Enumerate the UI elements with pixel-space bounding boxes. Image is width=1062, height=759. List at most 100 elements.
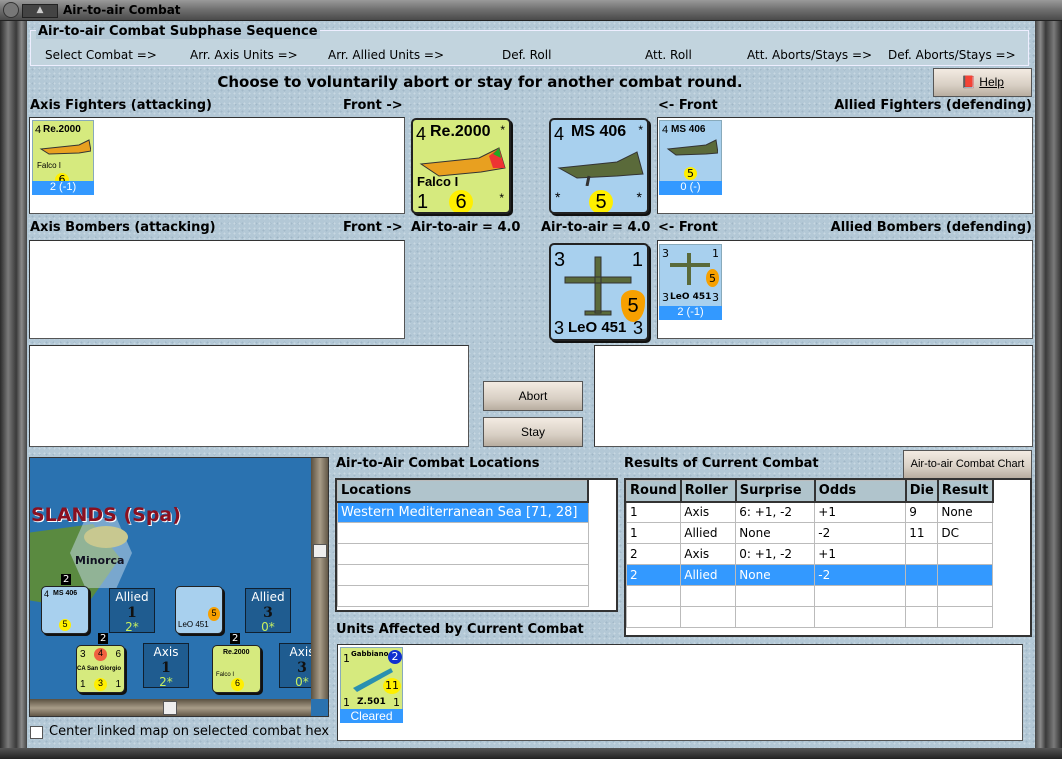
cell-surprise: None bbox=[735, 522, 816, 544]
map-stack-axis-1[interactable]: Axis 1 2* bbox=[143, 643, 189, 689]
col-surprise: Surprise bbox=[735, 480, 816, 503]
cell-odds bbox=[814, 585, 907, 607]
bomber-plane-icon bbox=[670, 253, 710, 285]
axis-fighters-box[interactable]: 4 Re.2000 Falco I 6 2 (-1) bbox=[29, 117, 405, 214]
system-menu-icon[interactable] bbox=[3, 2, 19, 18]
cell-die: 11 bbox=[905, 522, 939, 544]
allied-bombers-box[interactable]: 3 1 5 3 LeO 451 3 2 (-1) bbox=[657, 240, 1033, 339]
affected-units-box[interactable]: 1 Gabbiano 2 11 1 Z.501 1 Cleared bbox=[337, 644, 1023, 741]
counter-name: Re.2000 bbox=[430, 123, 491, 140]
counter-bl: 3 bbox=[662, 291, 669, 304]
axis-aborted-box[interactable] bbox=[29, 345, 469, 447]
linked-map[interactable]: SLANDS (Spa) Minorca 4 MS 406 5 2 Allied… bbox=[29, 457, 329, 717]
cell-result: None bbox=[937, 501, 994, 523]
map-island-label: Minorca bbox=[75, 554, 125, 567]
counter-br: 3 bbox=[632, 318, 643, 338]
counter-bl: 1 bbox=[80, 679, 86, 690]
unit-counter-ms406[interactable]: 4 MS 406 * * 5 * bbox=[549, 118, 649, 214]
counter-type: Z.501 bbox=[357, 697, 386, 707]
window-frame-right bbox=[1035, 21, 1062, 759]
cell-round bbox=[625, 585, 682, 607]
map-counter-ms406[interactable]: 4 MS 406 5 bbox=[41, 586, 89, 634]
window-title: Air-to-air Combat bbox=[63, 3, 181, 17]
table-row[interactable]: 1 Axis 6: +1, -2 +1 9 None bbox=[625, 501, 994, 523]
results-table[interactable]: Round Roller Surprise Odds Die Result 1A… bbox=[624, 478, 1032, 637]
map-region-label: SLANDS (Spa) bbox=[31, 504, 181, 526]
cell-surprise: 6: +1, -2 bbox=[735, 501, 816, 523]
axis-bombers-box[interactable] bbox=[29, 240, 405, 339]
counter-bm: 3 bbox=[94, 678, 107, 691]
map-horizontal-scrollbar[interactable] bbox=[30, 699, 311, 716]
allied-fighters-label: Allied Fighters (defending) bbox=[834, 98, 1032, 113]
scroll-thumb[interactable] bbox=[163, 701, 177, 715]
cell-odds: -2 bbox=[814, 522, 907, 544]
table-row[interactable]: 2 Allied None -2 bbox=[625, 564, 994, 586]
counter-tr: * bbox=[638, 123, 643, 137]
subphase-title: Air-to-air Combat Subphase Sequence bbox=[36, 24, 320, 39]
help-button[interactable]: 📕 Help bbox=[933, 68, 1032, 97]
unit-counter-ms406-small[interactable]: 4 MS 406 5 0 (-) bbox=[659, 120, 722, 195]
cell-odds: +1 bbox=[814, 543, 907, 565]
instruction-text: Choose to voluntarily abort or stay for … bbox=[217, 73, 743, 91]
allied-fighters-box[interactable]: 4 MS 406 5 0 (-) bbox=[657, 117, 1033, 214]
map-vertical-scrollbar[interactable] bbox=[311, 458, 328, 699]
col-round: Round bbox=[625, 480, 682, 503]
unit-counter-re2000[interactable]: 4 Re.2000 * Falco I 1 6 * bbox=[411, 118, 511, 214]
map-counter-re2000[interactable]: Re.2000 Falco I 6 bbox=[212, 645, 261, 693]
table-row-empty bbox=[625, 606, 994, 628]
table-row[interactable]: 2 Axis 0: +1, -2 +1 bbox=[625, 543, 994, 565]
counter-value: 5 bbox=[589, 190, 613, 212]
cell-die bbox=[905, 585, 939, 607]
stay-button[interactable]: Stay bbox=[483, 417, 583, 447]
counter-sub: Falco I bbox=[216, 672, 235, 678]
center-map-checkbox[interactable] bbox=[30, 726, 43, 739]
combat-chart-button[interactable]: Air-to-air Combat Chart bbox=[903, 450, 1032, 479]
counter-value: 5 bbox=[706, 269, 719, 287]
cell-die: 9 bbox=[905, 501, 939, 523]
table-row[interactable]: 1 Allied None -2 11 DC bbox=[625, 522, 994, 544]
cell-result: DC bbox=[937, 522, 994, 544]
stack-badge: 2 bbox=[98, 633, 109, 644]
book-icon: 📕 bbox=[961, 75, 976, 89]
abort-button[interactable]: Abort bbox=[483, 381, 583, 411]
counter-br: 1 bbox=[115, 679, 121, 690]
counter-tr: 6 bbox=[115, 649, 121, 660]
location-item[interactable]: Western Mediterranean Sea [71, 28] bbox=[337, 501, 589, 523]
scroll-thumb[interactable] bbox=[313, 544, 327, 558]
col-roller: Roller bbox=[680, 480, 737, 503]
axis-bombers-label: Axis Bombers (attacking) bbox=[30, 220, 216, 235]
locations-header: Locations bbox=[337, 480, 589, 503]
help-label: Help bbox=[979, 75, 1004, 89]
map-counter-leo451[interactable]: LeO 451 5 bbox=[175, 586, 223, 634]
map-stack-allied-1[interactable]: Allied 1 2* bbox=[109, 588, 155, 634]
counter-name: Re.2000 bbox=[43, 124, 81, 135]
locations-list[interactable]: Locations Western Mediterranean Sea [71,… bbox=[335, 478, 618, 612]
counter-status: 0 (-) bbox=[659, 181, 722, 195]
counter-value: 6 bbox=[449, 190, 473, 212]
counter-value: 6 bbox=[231, 678, 244, 691]
cell-surprise: None bbox=[735, 564, 816, 586]
cell-result bbox=[937, 585, 994, 607]
counter-br: * bbox=[499, 191, 504, 205]
center-map-label: Center linked map on selected combat hex bbox=[49, 724, 330, 739]
unit-counter-leo451-small[interactable]: 3 1 5 3 LeO 451 3 2 (-1) bbox=[659, 244, 722, 320]
map-counter-san-giorgio[interactable]: 3 4 6 CA San Giorgio 1 3 1 bbox=[76, 645, 125, 693]
counter-name: MS 406 bbox=[671, 124, 706, 135]
col-die: Die bbox=[905, 480, 939, 503]
counter-status: Cleared bbox=[340, 709, 403, 723]
map-stack-allied-3[interactable]: Allied 3 0* bbox=[245, 588, 291, 634]
unit-counter-re2000-small[interactable]: 4 Re.2000 Falco I 6 2 (-1) bbox=[32, 120, 94, 195]
counter-name: LeO 451 bbox=[670, 292, 712, 302]
counter-value: 5 bbox=[208, 607, 220, 621]
counter-sub: Falco I bbox=[417, 174, 459, 189]
unit-counter-leo451[interactable]: 3 1 5 3 LeO 451 3 bbox=[549, 243, 649, 341]
allied-aborted-box[interactable] bbox=[594, 345, 1033, 447]
unit-counter-gabbiano[interactable]: 1 Gabbiano 2 11 1 Z.501 1 Cleared bbox=[340, 647, 403, 723]
allied-air-to-air-strength: Air-to-air = 4.0 bbox=[541, 220, 651, 235]
stack-count: 1 bbox=[161, 659, 171, 676]
counter-tr: 1 bbox=[631, 249, 643, 271]
stack-value: 2* bbox=[159, 674, 173, 689]
cell-surprise: 0: +1, -2 bbox=[735, 543, 816, 565]
collapse-button[interactable]: ▲ bbox=[22, 4, 58, 18]
affected-title: Units Affected by Current Combat bbox=[336, 622, 584, 637]
